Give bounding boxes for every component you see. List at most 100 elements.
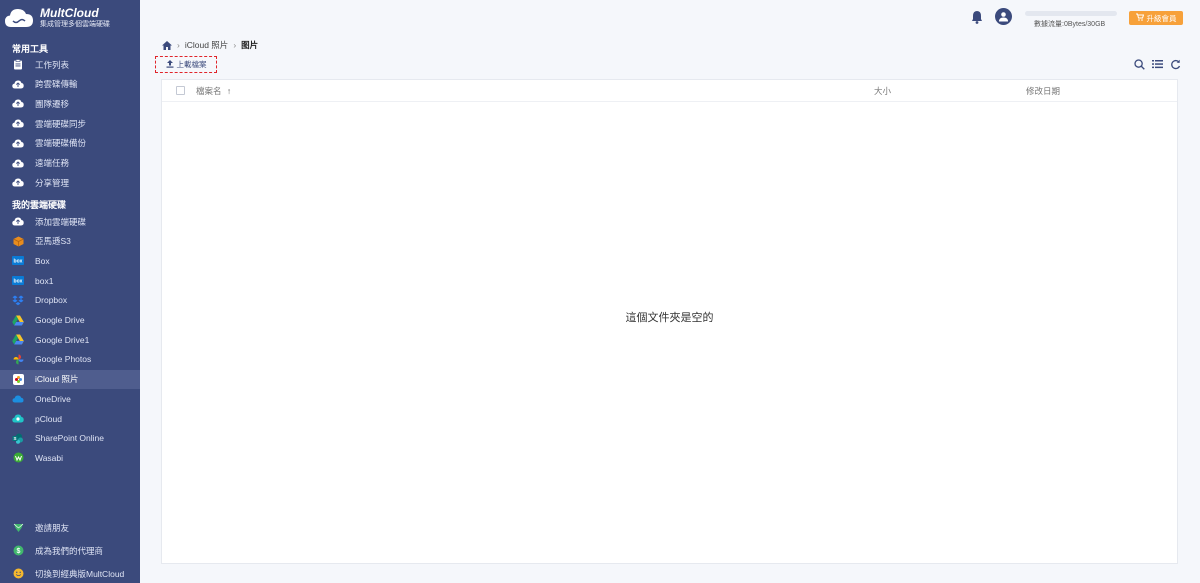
chevron-right-icon: › (233, 40, 237, 50)
cloud-add-icon (12, 216, 24, 228)
sidebar-item-wasabi[interactable]: Wasabi (0, 448, 140, 467)
sidebar-item-onedrive[interactable]: OneDrive (0, 389, 140, 408)
sidebar-item-label: Wasabi (35, 452, 64, 463)
sidebar: MultCloud 集成管理多個雲端硬碟 常用工具 工作列表跨雲碟傳輸團隊遷移雲… (0, 0, 140, 583)
sidebar-item-亞馬遜s3[interactable]: 亞馬遜S3 (0, 232, 140, 251)
sidebar-item-分享管理[interactable]: 分享管理 (0, 173, 140, 192)
sidebar-item-label: Google Photos (35, 354, 92, 365)
sidebar-item-遠端任務[interactable]: 遠端任務 (0, 154, 140, 173)
traffic-progress-bar (1025, 11, 1117, 16)
user-icon (999, 12, 1008, 22)
svg-text:$: $ (16, 548, 20, 555)
sidebar-item-工作列表[interactable]: 工作列表 (0, 55, 140, 74)
svg-text:box: box (14, 279, 23, 285)
empty-folder-message: 這個文件夾是空的 (625, 312, 714, 324)
traffic-text: 數據流量:0Bytes/30GB (1034, 21, 1106, 28)
cloud-upload-icon (12, 157, 24, 169)
cloud-backup-icon (12, 137, 24, 149)
sidebar-item-雲端硬碟同步[interactable]: 雲端硬碟同步 (0, 114, 140, 133)
cloud-transfer-icon (12, 78, 24, 90)
svg-text:S: S (13, 435, 16, 440)
sidebar-item-box[interactable]: box Box (0, 251, 140, 270)
sidebar-item-label: Dropbox (35, 295, 68, 306)
cloud-share-icon (12, 177, 24, 189)
search-icon[interactable] (1133, 58, 1145, 70)
list-view-icon[interactable] (1151, 58, 1163, 70)
cloud-team-icon (12, 98, 24, 110)
sidebar-item-box1[interactable]: box box1 (0, 271, 140, 290)
sidebar-item-label: 工作列表 (35, 59, 70, 70)
sidebar-item-google-drive[interactable]: Google Drive (0, 311, 140, 330)
sidebar-item-label: 亞馬遜S3 (35, 236, 71, 247)
sidebar-item-dropbox[interactable]: Dropbox (0, 291, 140, 310)
sidebar-item-添加雲端硬碟[interactable]: 添加雲端硬碟 (0, 212, 140, 231)
brand-tagline: 集成管理多個雲端硬碟 (40, 21, 110, 28)
sidebar-item-label: iCloud 照片 (35, 374, 79, 385)
upload-file-button[interactable]: 上載檔案 (155, 56, 217, 73)
google-drive-icon (12, 334, 24, 346)
breadcrumb: › iCloud 照片 › 图片 (162, 39, 258, 51)
table-header: 檔案名 ↑ 大小 修改日期 (162, 80, 1177, 102)
file-list-panel: 檔案名 ↑ 大小 修改日期 這個文件夾是空的 (161, 79, 1178, 564)
select-all-checkbox[interactable] (176, 86, 185, 95)
google-photos-icon (12, 353, 24, 365)
column-header-name[interactable]: 檔案名 ↑ (196, 85, 231, 97)
logo[interactable]: MultCloud 集成管理多個雲端硬碟 (4, 4, 110, 32)
upgrade-label: 升級會員 (1146, 13, 1177, 23)
svg-text:box: box (14, 259, 23, 265)
sidebar-item-團隊遷移[interactable]: 團隊遷移 (0, 94, 140, 113)
sidebar-item-google-drive1[interactable]: Google Drive1 (0, 330, 140, 349)
column-header-size[interactable]: 大小 (874, 85, 891, 97)
cloud-sync-icon (12, 118, 24, 130)
sidebar-item-sharepoint-online[interactable]: S SharePoint Online (0, 429, 140, 448)
bell-icon[interactable] (971, 10, 983, 24)
sort-arrow-icon: ↑ (226, 86, 232, 96)
sidebar-item-label: SharePoint Online (35, 433, 104, 444)
sidebar-item-邀請朋友[interactable]: 邀請朋友 (0, 518, 140, 537)
sidebar-item-label: 雲端硬碟同步 (35, 118, 87, 129)
sidebar-item-label: 添加雲端硬碟 (35, 216, 87, 227)
cart-icon (1135, 13, 1144, 23)
sidebar-item-pcloud[interactable]: pCloud (0, 409, 140, 428)
column-name-label: 檔案名 (196, 86, 222, 96)
tools-section-title: 常用工具 (12, 44, 49, 54)
sidebar-item-跨雲碟傳輸[interactable]: 跨雲碟傳輸 (0, 75, 140, 94)
wasabi-icon (12, 452, 24, 464)
sidebar-item-label: box1 (35, 275, 54, 286)
sidebar-item-label: 切換到經典版MultCloud (35, 568, 125, 579)
sidebar-item-label: 遠端任務 (35, 158, 70, 168)
user-avatar[interactable] (995, 8, 1012, 25)
breadcrumb-current: 图片 (241, 40, 259, 50)
sharepoint-icon: S (12, 432, 24, 444)
sidebar-item-雲端硬碟備份[interactable]: 雲端硬碟備份 (0, 134, 140, 153)
breadcrumb-parent[interactable]: iCloud 照片 (185, 39, 228, 51)
cloud-logo-icon (5, 9, 33, 27)
sidebar-item-切換到經典版multcloud[interactable]: 切換到經典版MultCloud (0, 564, 140, 583)
sidebar-item-label: Box (35, 255, 50, 266)
sidebar-item-label: Google Drive (35, 315, 85, 325)
smile-icon (12, 568, 24, 580)
refresh-icon[interactable] (1169, 58, 1181, 70)
sidebar-item-label: OneDrive (35, 393, 71, 404)
amazon-s3-icon (12, 235, 24, 247)
chevron-right-icon: › (177, 40, 180, 50)
sidebar-item-成為我們的代理商[interactable]: $ 成為我們的代理商 (0, 541, 140, 560)
sidebar-item-label: pCloud (35, 413, 62, 424)
dropbox-icon (12, 294, 24, 306)
sidebar-item-icloud-照片[interactable]: iCloud 照片 (0, 369, 140, 389)
box-icon: box (12, 255, 24, 267)
sidebar-item-label: 邀請朋友 (35, 522, 70, 533)
pcloud-icon (12, 413, 24, 425)
column-header-date[interactable]: 修改日期 (1026, 85, 1060, 97)
brand-name: MultCloud (40, 6, 99, 20)
dollar-icon: $ (12, 545, 24, 557)
sidebar-item-google-photos[interactable]: Google Photos (0, 350, 140, 369)
upgrade-button[interactable]: 升級會員 (1129, 11, 1183, 25)
gift-icon (12, 522, 24, 534)
home-icon[interactable] (162, 40, 172, 50)
sidebar-item-label: 跨雲碟傳輸 (35, 79, 78, 90)
google-drive-icon (12, 314, 24, 326)
upload-icon (166, 59, 174, 70)
drives-section-title: 我的雲端硬碟 (12, 200, 67, 210)
box-icon: box (12, 275, 24, 287)
